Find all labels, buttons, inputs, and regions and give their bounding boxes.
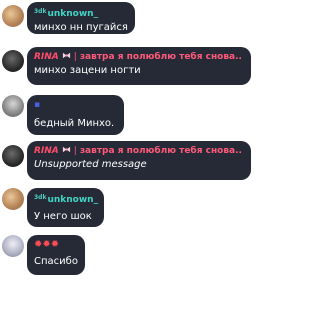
avatar[interactable] [2,50,24,72]
message-row: ✹✹✹ Спасибо [0,235,254,275]
message-bubble[interactable]: RINA | завтра я полюблю тебя снова.. минхо… [27,47,251,85]
message-row: 3dkunknown_ минхо нн пугайся [0,2,254,34]
avatar[interactable] [2,95,24,117]
message-text: бедный Минхо. [34,118,115,129]
message-bubble[interactable]: 3dkunknown_ минхо нн пугайся [27,2,135,34]
sender-name[interactable]: 3dkunknown_ [34,6,128,20]
message-text: минхо зацени ногти [34,65,141,76]
message-bubble[interactable]: RINA | завтра я полюблю тебя снова.. Unsup… [27,141,251,180]
message-row: ▪ бедный Минхо. [0,95,254,135]
message-row: RINA | завтра я полюблю тебя снова.. Unsup… [0,141,254,181]
sender-status: завтра я полюблю тебя снова.. [79,52,242,62]
message-row: 3dkunknown_ У него шок [0,188,254,228]
message-text: Спасибо [34,256,78,267]
avatar[interactable] [2,188,24,210]
message-bubble[interactable]: ▪ бедный Минхо. [27,95,124,135]
avatar[interactable] [2,145,24,167]
sender-name[interactable]: RINA [34,52,59,62]
sender-name[interactable]: ✹✹✹ [34,239,78,251]
bow-badge-icon [62,146,70,153]
message-row: RINA | завтра я полюблю тебя снова.. минхо… [0,47,254,87]
message-bubble[interactable]: ✹✹✹ Спасибо [27,235,85,275]
message-bubble[interactable]: 3dkunknown_ У него шок [27,188,104,227]
message-text: Unsupported message [34,159,147,170]
sender-line: RINA | завтра я полюблю тебя снова.. [34,52,242,62]
sender-name[interactable]: RINA [34,146,59,156]
message-text: минхо нн пугайся [34,22,128,33]
avatar[interactable] [2,5,24,27]
sender-name[interactable]: 3dkunknown_ [34,192,98,206]
message-text: У него шок [34,211,92,222]
sender-status: завтра я полюблю тебя снова.. [79,146,242,156]
sender-name[interactable]: ▪ [34,99,117,111]
sender-line: RINA | завтра я полюблю тебя снова.. [34,146,242,156]
bow-badge-icon [62,52,70,59]
avatar[interactable] [2,235,24,257]
